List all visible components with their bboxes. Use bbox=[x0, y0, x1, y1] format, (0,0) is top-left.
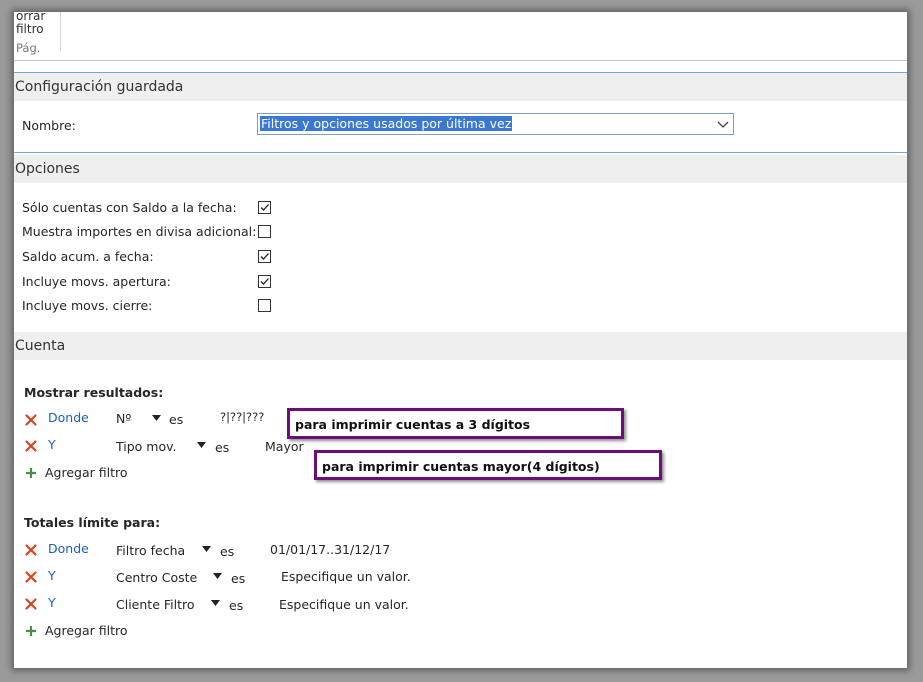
plus-icon[interactable] bbox=[25, 467, 37, 479]
section-title: Configuración guardada bbox=[15, 79, 184, 95]
filter-value[interactable]: Mayor bbox=[265, 439, 304, 454]
checkmark-icon bbox=[260, 204, 269, 211]
filter-operator: es bbox=[231, 571, 246, 586]
ribbon-clear-filter-label[interactable]: filtro bbox=[16, 22, 44, 36]
checkmark-icon bbox=[260, 278, 269, 285]
filter-operator: es bbox=[215, 440, 230, 455]
section-divider bbox=[14, 152, 907, 153]
plus-icon[interactable] bbox=[25, 625, 37, 637]
close-x-icon[interactable] bbox=[25, 544, 37, 556]
filter-connector: Donde bbox=[48, 410, 89, 425]
annotation-text: para imprimir cuentas mayor(4 dígitos) bbox=[322, 459, 600, 474]
section-account[interactable]: Cuenta bbox=[14, 332, 907, 360]
option-checkbox-saldo-fecha[interactable] bbox=[258, 201, 271, 214]
filter-field[interactable]: Nº bbox=[116, 411, 131, 426]
filter-value[interactable]: 01/01/17..31/12/17 bbox=[270, 542, 390, 557]
filter-operator: es bbox=[220, 544, 235, 559]
option-checkbox-movs-cierre[interactable] bbox=[258, 299, 271, 312]
annotation-callout-3-digits: para imprimir cuentas a 3 dígitos bbox=[287, 408, 624, 439]
filter-field[interactable]: Centro Coste bbox=[116, 570, 197, 585]
caret-down-icon[interactable] bbox=[213, 573, 222, 579]
caret-down-icon[interactable] bbox=[211, 600, 220, 606]
filter-field[interactable]: Filtro fecha bbox=[116, 543, 185, 558]
checkmark-icon bbox=[260, 253, 269, 260]
ribbon-bottom-border bbox=[14, 60, 907, 61]
ribbon-group-page: Pág. bbox=[16, 41, 41, 55]
section-options[interactable]: Opciones bbox=[14, 155, 907, 183]
filter-value[interactable]: ?|??|??? bbox=[220, 410, 264, 424]
option-checkbox-divisa-adicional[interactable] bbox=[258, 225, 271, 238]
annotation-callout-4-digits: para imprimir cuentas mayor(4 dígitos) bbox=[314, 450, 662, 480]
name-label: Nombre: bbox=[22, 118, 76, 133]
limit-totals-title: Totales límite para: bbox=[24, 515, 161, 530]
section-title: Cuenta bbox=[15, 338, 66, 354]
caret-down-icon[interactable] bbox=[152, 415, 161, 421]
option-checkbox-movs-apertura[interactable] bbox=[258, 275, 271, 288]
filter-operator: es bbox=[169, 412, 184, 427]
section-title: Opciones bbox=[15, 161, 80, 177]
filter-field[interactable]: Tipo mov. bbox=[116, 439, 177, 454]
filter-value[interactable]: Especifique un valor. bbox=[279, 597, 409, 612]
option-label: Saldo acum. a fecha: bbox=[22, 249, 154, 264]
saved-config-dropdown[interactable]: Filtros y opciones usados por última vez bbox=[257, 113, 734, 135]
option-checkbox-saldo-acum[interactable] bbox=[258, 250, 271, 263]
show-results-title: Mostrar resultados: bbox=[24, 385, 164, 400]
close-x-icon[interactable] bbox=[25, 598, 37, 610]
add-filter-link[interactable]: Agregar filtro bbox=[45, 623, 128, 638]
filter-connector: Y bbox=[48, 595, 56, 610]
add-filter-link[interactable]: Agregar filtro bbox=[45, 465, 128, 480]
filter-connector: Y bbox=[48, 437, 56, 452]
option-label: Muestra importes en divisa adicional: bbox=[22, 224, 257, 239]
caret-down-icon[interactable] bbox=[202, 546, 211, 552]
annotation-text: para imprimir cuentas a 3 dígitos bbox=[295, 417, 531, 432]
filter-field[interactable]: Cliente Filtro bbox=[116, 597, 195, 612]
close-x-icon[interactable] bbox=[25, 571, 37, 583]
chevron-down-icon bbox=[717, 121, 729, 128]
filter-connector: Donde bbox=[48, 541, 89, 556]
option-label: Incluye movs. cierre: bbox=[22, 298, 153, 313]
caret-down-icon[interactable] bbox=[197, 442, 206, 448]
option-label: Sólo cuentas con Saldo a la fecha: bbox=[22, 200, 237, 215]
section-saved-config[interactable]: Configuración guardada bbox=[14, 72, 907, 101]
saved-config-value: Filtros y opciones usados por última vez bbox=[260, 116, 513, 131]
close-x-icon[interactable] bbox=[25, 414, 37, 426]
option-label: Incluye movs. apertura: bbox=[22, 274, 171, 289]
filter-value[interactable]: Especifique un valor. bbox=[281, 569, 411, 584]
ribbon-divider bbox=[60, 12, 61, 51]
filter-operator: es bbox=[229, 598, 244, 613]
filter-connector: Y bbox=[48, 568, 56, 583]
report-request-page: orrar filtro Pág. Configuración guardada… bbox=[14, 12, 907, 668]
close-x-icon[interactable] bbox=[25, 440, 37, 452]
